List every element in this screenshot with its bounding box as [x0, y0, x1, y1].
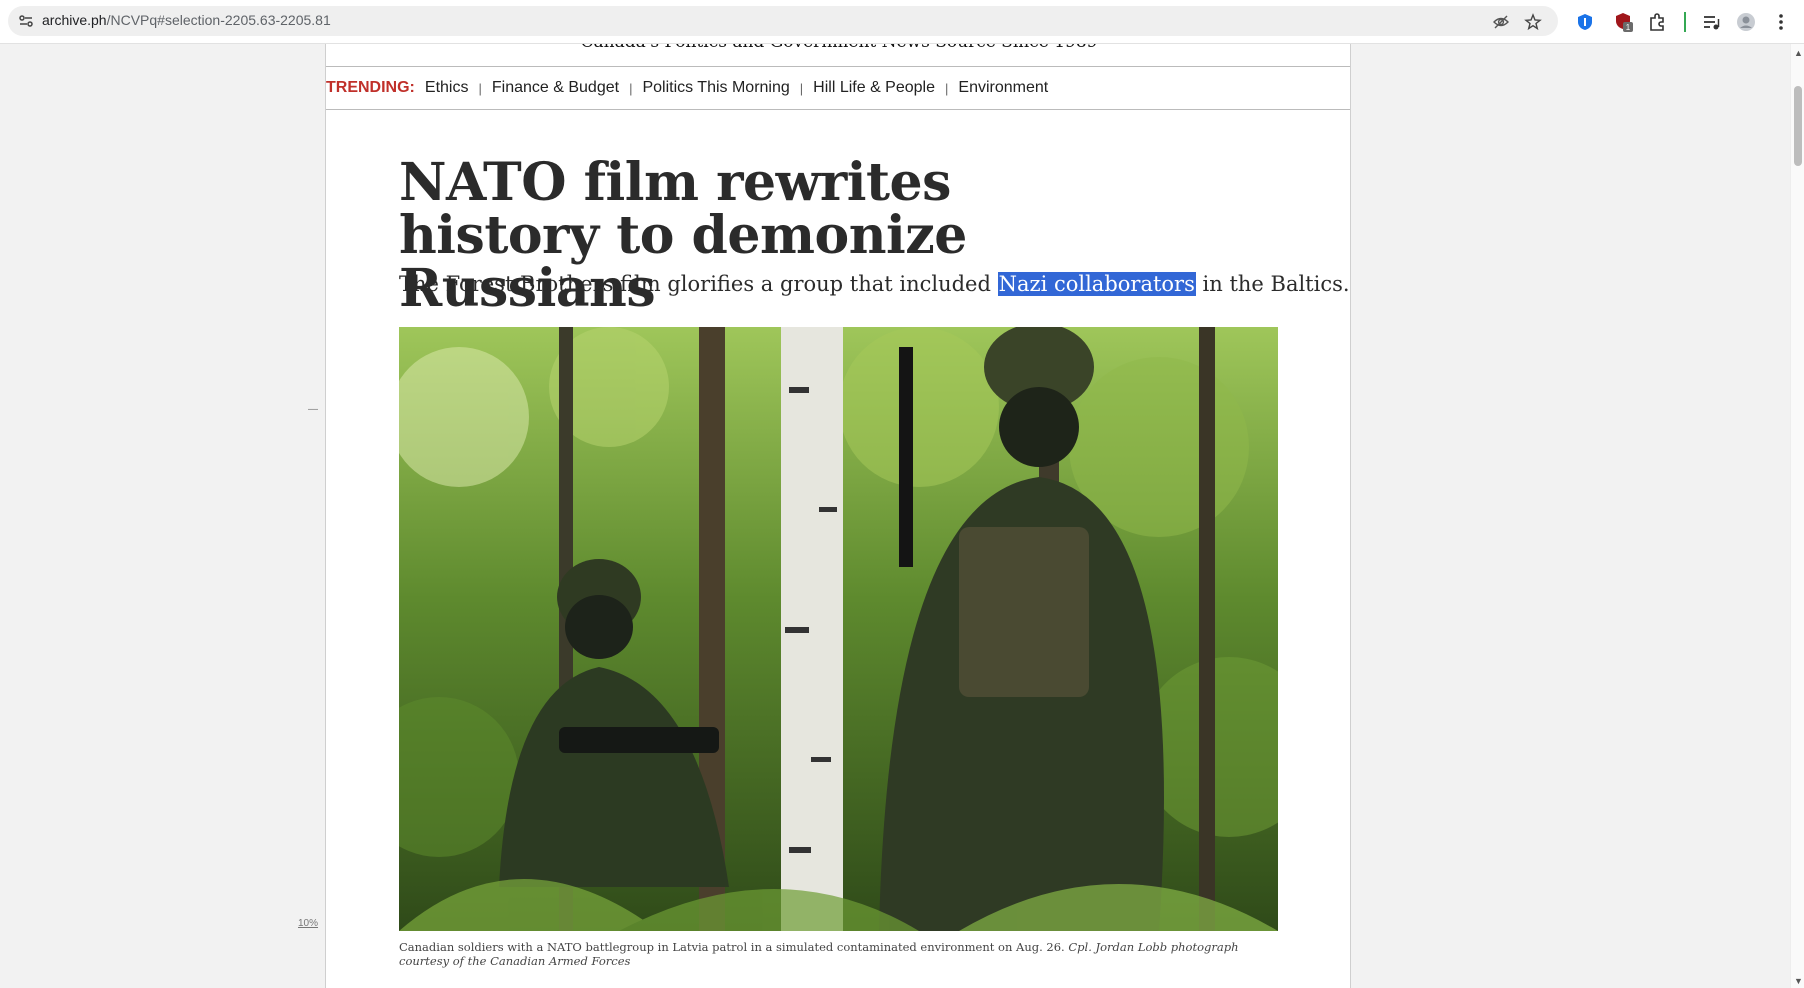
address-bar[interactable]: archive.ph/NCVPq#selection-2205.63-2205.… [8, 6, 1558, 36]
dek-selected-text: Nazi collaborators [997, 272, 1196, 296]
url-path: /NCVPq#selection-2205.63-2205.81 [106, 12, 331, 28]
toolbar-divider [1684, 12, 1686, 32]
vertical-scrollbar[interactable]: ▲ ▼ [1790, 44, 1804, 988]
extension-badge: 1 [1626, 23, 1631, 32]
scroll-down-arrow-icon[interactable]: ▼ [1794, 976, 1803, 986]
margin-marker: — [308, 404, 318, 415]
article-photo [399, 327, 1278, 931]
separator: | [945, 80, 949, 96]
url-text[interactable]: archive.ph/NCVPq#selection-2205.63-2205.… [42, 12, 331, 28]
site-tagline: Canada's Politics and Government News So… [326, 44, 1350, 52]
article-dek: The Forest Brothers film glorifies a gro… [399, 272, 1350, 296]
bookmark-star-icon[interactable] [1524, 13, 1542, 31]
browser-menu-icon[interactable] [1770, 11, 1792, 33]
trending-link-environment[interactable]: Environment [958, 79, 1048, 97]
trending-bar: TRENDING: Ethics | Finance & Budget | Po… [326, 66, 1350, 110]
eye-off-icon[interactable] [1492, 13, 1510, 31]
trending-link-ethics[interactable]: Ethics [425, 79, 469, 97]
trending-link-hill-life[interactable]: Hill Life & People [813, 79, 935, 97]
site-settings-icon[interactable] [18, 13, 34, 29]
dek-text-after: in the Baltics. [1195, 272, 1350, 296]
profile-avatar-icon[interactable] [1735, 11, 1757, 33]
scroll-percent-link[interactable]: 10% [298, 918, 318, 929]
browser-toolbar: archive.ph/NCVPq#selection-2205.63-2205.… [0, 0, 1804, 44]
trending-label: TRENDING: [326, 79, 415, 96]
separator: | [799, 80, 804, 96]
trending-link-politics-morning[interactable]: Politics This Morning [642, 79, 789, 97]
trending-link-finance[interactable]: Finance & Budget [492, 79, 619, 97]
ublock-extension-icon[interactable]: 1 [1612, 11, 1634, 33]
scrollbar-thumb[interactable] [1794, 86, 1802, 166]
photo-caption: Canadian soldiers with a NATO battlegrou… [399, 940, 1278, 968]
scroll-up-arrow-icon[interactable]: ▲ [1794, 48, 1803, 58]
media-queue-icon[interactable] [1700, 11, 1722, 33]
extensions-puzzle-icon[interactable] [1646, 11, 1668, 33]
shield-extension-icon[interactable] [1574, 11, 1596, 33]
dek-text-before: The Forest Brothers film glorifies a gro… [399, 272, 998, 296]
separator: | [478, 80, 482, 96]
article-container: Canada's Politics and Government News So… [325, 44, 1351, 988]
separator: | [629, 80, 633, 96]
url-host: archive.ph [42, 12, 107, 28]
caption-text: Canadian soldiers with a NATO battlegrou… [399, 940, 1069, 954]
